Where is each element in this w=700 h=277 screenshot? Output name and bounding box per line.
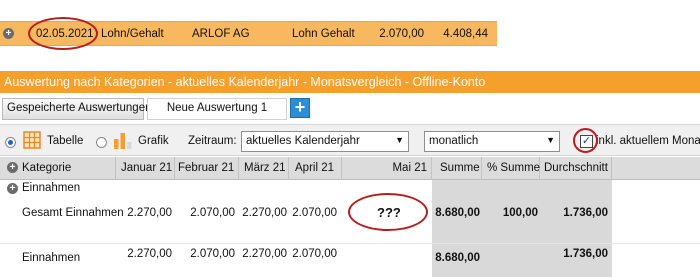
col-header-average[interactable]: Durchschnitt — [540, 157, 612, 180]
add-tab-button[interactable]: + — [290, 98, 310, 118]
interval-select[interactable]: monatlich ▼ — [424, 131, 560, 152]
table-icon — [23, 131, 41, 149]
checkbox-annotation-ellipse — [573, 128, 598, 153]
income-apr: 2.070,00 — [292, 248, 337, 260]
interval-select-value: monatlich — [429, 135, 479, 147]
row-separator — [0, 243, 700, 244]
total-income-mar: 2.270,00 — [242, 207, 287, 219]
date-annotation-ellipse — [28, 17, 98, 50]
income-mar: 2.270,00 — [242, 248, 287, 260]
bar-chart-icon — [114, 133, 132, 149]
total-income-feb: 2.070,00 — [190, 207, 235, 219]
tab-saved-reports[interactable]: Gespeicherte Auswertungen — [2, 98, 151, 120]
missing-value-annotation-ellipse — [348, 193, 428, 231]
col-header-month-5[interactable]: Mai 21 — [342, 157, 432, 180]
table-view-label[interactable]: Tabelle — [47, 135, 83, 147]
grid-header: + Kategorie Januar 21 Februar 21 März 21… — [0, 157, 700, 180]
income-feb: 2.070,00 — [190, 248, 235, 260]
chevron-down-icon: ▼ — [395, 135, 404, 145]
total-income-sum: 8.680,00 — [435, 207, 480, 219]
report-title: Auswertung nach Kategorien - aktuelles K… — [4, 75, 486, 89]
col-header-month-2[interactable]: Februar 21 — [175, 157, 239, 180]
total-income-average: 1.736,00 — [563, 207, 608, 219]
report-title-bar: Auswertung nach Kategorien - aktuelles K… — [0, 71, 700, 93]
tab-bar: Gespeicherte Auswertungen Neue Auswertun… — [0, 93, 700, 123]
col-header-month-4[interactable]: April 21 — [289, 157, 342, 180]
period-label: Zeitraum: — [188, 135, 237, 147]
col-header-percent-sum[interactable]: % Summe — [482, 157, 540, 180]
transaction-balance: 4.408,44 — [443, 28, 488, 40]
col-header-sum[interactable]: Summe — [432, 157, 482, 180]
income-average: 1.736,00 — [563, 248, 608, 260]
period-select-value: aktuelles Kalenderjahr — [246, 135, 360, 147]
col-header-category[interactable]: Kategorie — [22, 157, 116, 180]
transaction-amount: 2.070,00 — [379, 28, 424, 40]
category-group-label[interactable]: Einnahmen — [22, 182, 80, 194]
transaction-type: Lohn/Gehalt — [101, 28, 164, 40]
transaction-payee: ARLOF AG — [192, 28, 250, 40]
include-current-month-label[interactable]: inkl. aktuellem Monat — [596, 135, 700, 147]
chart-view-radio[interactable] — [96, 137, 107, 148]
period-select[interactable]: aktuelles Kalenderjahr ▼ — [241, 131, 409, 152]
transaction-category: Lohn Gehalt — [292, 28, 355, 40]
chevron-down-icon: ▼ — [546, 135, 555, 145]
income-sum: 8.680,00 — [435, 252, 480, 264]
expand-all-icon[interactable]: + — [7, 162, 18, 173]
income-jan: 2.270,00 — [127, 248, 172, 260]
table-view-radio[interactable] — [5, 137, 16, 148]
total-income-jan: 2.270,00 — [127, 207, 172, 219]
total-income-percent: 100,00 — [502, 207, 538, 219]
col-header-month-1[interactable]: Januar 21 — [116, 157, 175, 180]
expand-group-icon[interactable]: + — [7, 183, 18, 194]
chart-view-label[interactable]: Grafik — [138, 135, 169, 147]
tab-new-report[interactable]: Neue Auswertung 1 — [147, 98, 287, 120]
col-header-month-3[interactable]: März 21 — [239, 157, 289, 180]
total-income-label[interactable]: Gesamt Einnahmen — [22, 207, 124, 219]
income-label[interactable]: Einnahmen — [22, 252, 80, 264]
total-income-apr: 2.070,00 — [292, 207, 337, 219]
expand-icon[interactable]: + — [3, 28, 14, 39]
